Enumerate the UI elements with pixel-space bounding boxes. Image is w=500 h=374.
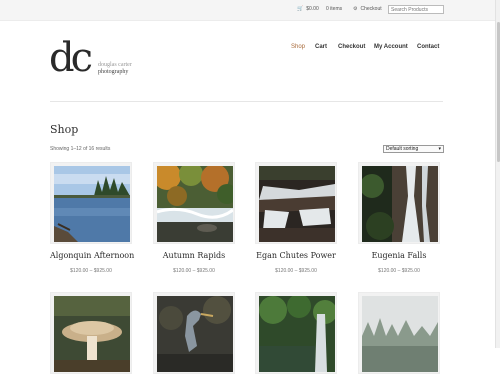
cart-items-count[interactable]: 0 items [326,6,342,12]
autumn-rapids-photo [157,166,233,242]
product-name[interactable]: Egan Chutes Power [255,251,337,260]
lake-photo [54,166,130,242]
product-image[interactable] [255,162,337,244]
result-count: Showing 1–12 of 16 results [50,146,111,152]
gear-icon: ⚙ [353,6,358,12]
brand-name: douglas carter [98,62,132,68]
product-image[interactable] [358,162,440,244]
product-card[interactable] [50,292,132,374]
waterfall-photo [259,166,335,242]
nav-my-account[interactable]: My Account [374,44,408,50]
product-card[interactable] [153,292,235,374]
cart-icon: 🛒 [297,6,304,12]
product-image[interactable] [153,292,235,374]
product-image[interactable] [50,162,132,244]
header-divider [50,101,443,102]
product-name[interactable]: Eugenia Falls [358,251,440,260]
product-price: $120.00 – $925.00 [173,268,215,274]
product-price: $120.00 – $925.00 [378,268,420,274]
product-card[interactable] [255,292,337,374]
product-price: $120.00 – $925.00 [70,268,112,274]
nav-shop[interactable]: Shop [291,44,305,50]
top-checkout-label: Checkout [360,6,382,12]
sort-selected-label: Default sorting [386,146,419,152]
product-price: $120.00 – $925.00 [275,268,317,274]
search-input[interactable] [388,5,444,14]
logo[interactable]: dc [49,38,93,78]
page-title: Shop [50,123,79,136]
nav-contact[interactable]: Contact [417,44,439,50]
product-card[interactable]: Algonquin Afternoon $120.00 – $925.00 [50,162,134,274]
top-bar: 🛒 $0.00 0 items ⚙ Checkout [0,0,500,21]
cart-amount: $0.00 [306,6,319,12]
cart-summary[interactable]: 🛒 $0.00 [297,6,319,12]
product-image[interactable] [255,292,337,374]
forest-falls-photo [259,296,335,372]
product-image[interactable] [358,292,440,374]
product-card[interactable]: Autumn Rapids $120.00 – $925.00 [153,162,235,274]
top-checkout-link[interactable]: ⚙ Checkout [353,6,382,12]
scrollbar[interactable] [495,0,500,348]
product-card[interactable]: Eugenia Falls $120.00 – $925.00 [358,162,440,274]
misty-trees-photo [362,296,438,372]
brand-tagline: photography [98,69,129,75]
product-image[interactable] [50,292,132,374]
nav-checkout[interactable]: Checkout [338,44,365,50]
sort-select[interactable]: Default sorting ▾ [383,145,444,153]
product-card[interactable] [358,292,440,374]
mushroom-photo [54,296,130,372]
heron-photo [157,296,233,372]
chevron-down-icon: ▾ [438,146,441,152]
product-image[interactable] [153,162,235,244]
product-card[interactable]: Egan Chutes Power $120.00 – $925.00 [255,162,337,274]
product-name[interactable]: Autumn Rapids [153,251,235,260]
product-name[interactable]: Algonquin Afternoon [50,251,134,260]
eugenia-falls-photo [362,166,438,242]
nav-cart[interactable]: Cart [315,44,327,50]
